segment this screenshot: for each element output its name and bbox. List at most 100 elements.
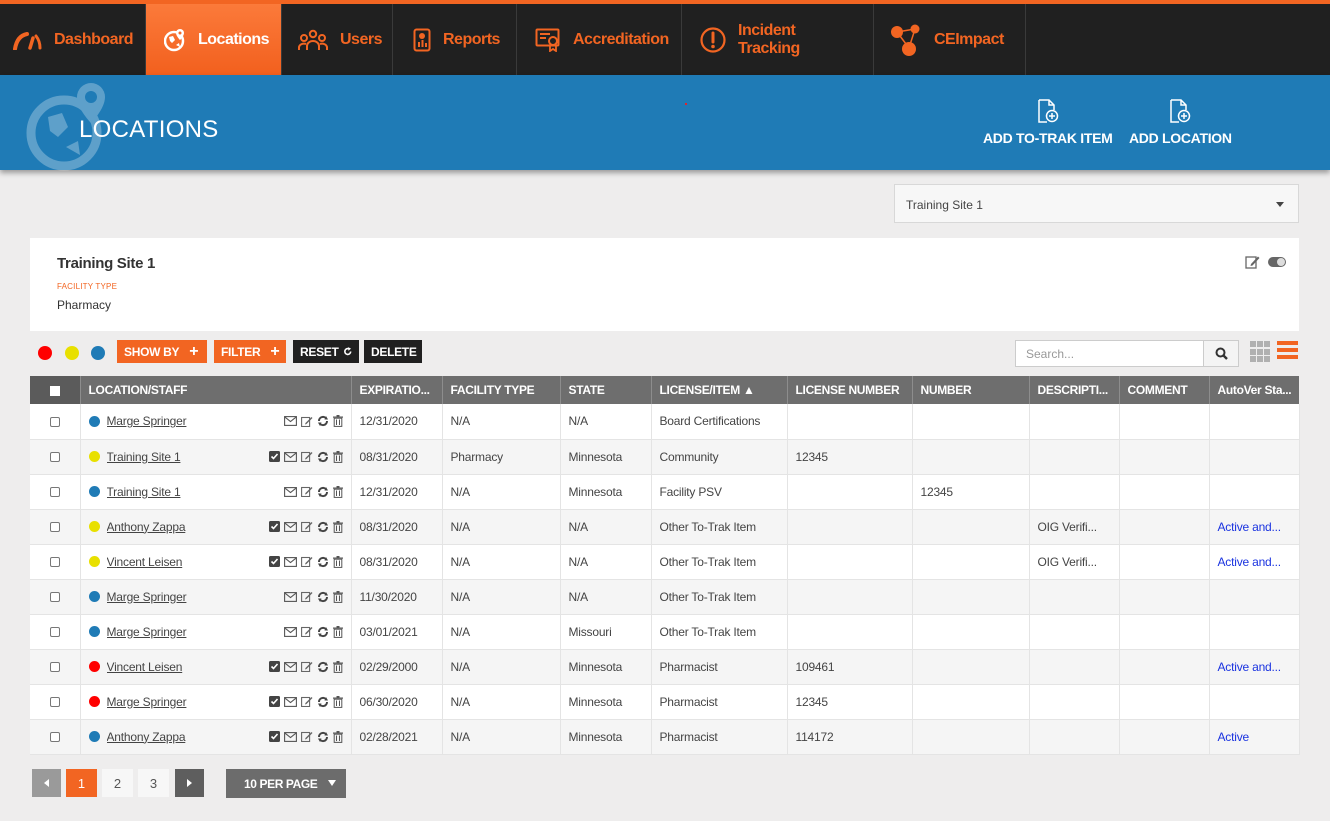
search-input[interactable] [1015,340,1204,367]
column-header-expiration[interactable]: EXPIRATIO... [351,376,443,404]
column-header-description[interactable]: DESCRIPTI... [1029,376,1120,404]
nav-item-locations[interactable]: Locations [146,4,282,75]
legend-blue-dot[interactable] [91,346,105,360]
mail-icon[interactable] [283,731,297,742]
staff-link[interactable]: Marge Springer [107,414,284,428]
trash-icon[interactable] [332,485,343,498]
column-header-number[interactable]: NUMBER [912,376,1030,404]
nav-item-users[interactable]: Users [282,4,393,75]
nav-item-incident-tracking[interactable]: Incident Tracking [682,4,874,75]
verified-check-icon[interactable] [268,731,280,742]
per-page-dropdown[interactable]: 10 PER PAGE [226,769,346,798]
add-location-button[interactable]: ADD LOCATION [1129,98,1232,146]
show-by-button[interactable]: SHOW BY + [117,340,207,363]
filter-button[interactable]: FILTER + [214,340,286,363]
autover-status-link[interactable]: Active and... [1218,660,1282,674]
column-header-comment[interactable]: COMMENT [1119,376,1210,404]
row-checkbox[interactable] [49,662,60,673]
active-toggle[interactable] [1268,257,1286,267]
trash-icon[interactable] [332,660,343,673]
staff-link[interactable]: Marge Springer [107,695,269,709]
edit-icon[interactable] [300,486,313,497]
staff-link[interactable]: Marge Springer [107,625,284,639]
edit-icon[interactable] [300,556,313,567]
delete-button[interactable]: DELETE [364,340,422,363]
row-checkbox[interactable] [49,417,60,428]
previous-page-button[interactable] [32,769,61,797]
row-checkbox[interactable] [49,627,60,638]
nav-item-dashboard[interactable]: Dashboard [0,4,146,75]
autover-status-link[interactable]: Active and... [1218,555,1282,569]
edit-icon[interactable] [300,626,313,637]
column-header-license-number[interactable]: LICENSE NUMBER [787,376,913,404]
row-checkbox[interactable] [49,592,60,603]
search-button[interactable] [1204,340,1239,367]
column-header-state[interactable]: STATE [560,376,652,404]
staff-link[interactable]: Anthony Zappa [107,520,269,534]
edit-icon[interactable] [300,521,313,532]
trash-icon[interactable] [332,625,343,638]
reset-button[interactable]: RESET [293,340,359,363]
refresh-icon[interactable] [317,626,329,638]
site-selector-dropdown[interactable]: Training Site 1 [894,184,1299,223]
edit-icon[interactable] [300,696,313,707]
row-checkbox[interactable] [49,732,60,743]
legend-yellow-dot[interactable] [65,346,79,360]
staff-link[interactable]: Marge Springer [107,590,284,604]
edit-icon[interactable] [1245,255,1260,269]
edit-icon[interactable] [300,451,313,462]
add-to-trak-item-button[interactable]: ADD TO-TRAK ITEM [983,98,1113,146]
trash-icon[interactable] [332,555,343,568]
row-checkbox[interactable] [49,697,60,708]
edit-icon[interactable] [300,661,313,672]
trash-icon[interactable] [332,695,343,708]
refresh-icon[interactable] [317,696,329,708]
column-header-location-staff[interactable]: LOCATION/STAFF [80,376,352,404]
verified-check-icon[interactable] [268,451,280,462]
edit-icon[interactable] [300,731,313,742]
trash-icon[interactable] [332,520,343,533]
trash-icon[interactable] [332,730,343,743]
staff-link[interactable]: Training Site 1 [107,450,269,464]
edit-icon[interactable] [300,591,313,602]
refresh-icon[interactable] [317,451,329,463]
verified-check-icon[interactable] [268,521,280,532]
refresh-icon[interactable] [317,556,329,568]
row-checkbox[interactable] [49,452,60,463]
mail-icon[interactable] [283,451,297,462]
mail-icon[interactable] [283,696,297,707]
refresh-icon[interactable] [317,521,329,533]
legend-red-dot[interactable] [38,346,52,360]
page-3-button[interactable]: 3 [138,769,169,797]
mail-icon[interactable] [283,416,297,427]
list-view-icon[interactable] [1277,341,1298,361]
row-checkbox[interactable] [49,487,60,498]
edit-icon[interactable] [300,416,313,427]
nav-item-reports[interactable]: Reports [393,4,517,75]
mail-icon[interactable] [283,591,297,602]
refresh-icon[interactable] [317,661,329,673]
autover-status-link[interactable]: Active [1218,730,1250,744]
nav-item-accreditation[interactable]: Accreditation [517,4,682,75]
row-checkbox[interactable] [49,522,60,533]
verified-check-icon[interactable] [268,661,280,672]
select-all-header[interactable] [30,376,81,404]
mail-icon[interactable] [283,556,297,567]
trash-icon[interactable] [332,415,343,428]
row-checkbox[interactable] [49,557,60,568]
refresh-icon[interactable] [317,591,329,603]
staff-link[interactable]: Training Site 1 [107,485,284,499]
verified-check-icon[interactable] [268,696,280,707]
mail-icon[interactable] [283,486,297,497]
column-header-facility-type[interactable]: FACILITY TYPE [442,376,561,404]
column-header-autover-status[interactable]: AutoVer Sta... [1209,376,1299,404]
column-header-license-item[interactable]: LICENSE/ITEM ▲ [651,376,788,404]
refresh-icon[interactable] [317,731,329,743]
autover-status-link[interactable]: Active and... [1218,520,1282,534]
page-1-button[interactable]: 1 [66,769,97,797]
mail-icon[interactable] [283,521,297,532]
page-2-button[interactable]: 2 [102,769,133,797]
next-page-button[interactable] [175,769,204,797]
staff-link[interactable]: Anthony Zappa [107,730,269,744]
trash-icon[interactable] [332,450,343,463]
